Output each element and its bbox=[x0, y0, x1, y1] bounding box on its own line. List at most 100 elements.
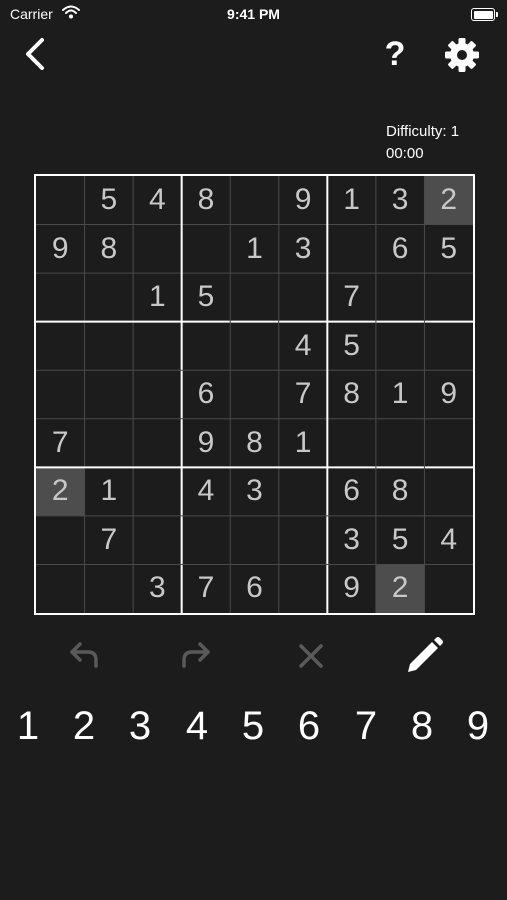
sudoku-cell-r9c4[interactable]: 7 bbox=[182, 564, 231, 613]
number-key-3[interactable]: 3 bbox=[120, 700, 160, 752]
sudoku-cell-r7c8[interactable]: 8 bbox=[376, 467, 425, 516]
sudoku-cell-r5c9[interactable]: 9 bbox=[424, 370, 473, 419]
number-key-5[interactable]: 5 bbox=[233, 700, 273, 752]
sudoku-cell-r6c3[interactable] bbox=[133, 419, 182, 468]
sudoku-cell-r9c8[interactable]: 2 bbox=[375, 564, 425, 613]
sudoku-cell-r3c4[interactable]: 5 bbox=[182, 273, 231, 322]
sudoku-cell-r3c6[interactable] bbox=[279, 273, 328, 322]
sudoku-cell-r1c6[interactable]: 9 bbox=[279, 176, 328, 225]
sudoku-cell-r3c5[interactable] bbox=[230, 273, 279, 322]
sudoku-cell-r2c7[interactable] bbox=[327, 225, 376, 274]
sudoku-cell-r4c2[interactable] bbox=[85, 322, 134, 371]
sudoku-cell-r4c7[interactable]: 5 bbox=[327, 322, 376, 371]
sudoku-cell-r7c9[interactable] bbox=[424, 467, 473, 516]
sudoku-cell-r2c9[interactable]: 5 bbox=[424, 225, 473, 274]
sudoku-cell-r3c7[interactable]: 7 bbox=[327, 273, 376, 322]
redo-button[interactable] bbox=[172, 632, 220, 680]
sudoku-cell-r1c1[interactable] bbox=[36, 176, 85, 225]
settings-button[interactable] bbox=[443, 36, 481, 74]
sudoku-cell-r9c2[interactable] bbox=[85, 564, 134, 613]
sudoku-cell-r7c2[interactable]: 1 bbox=[85, 467, 134, 516]
sudoku-cell-r6c6[interactable]: 1 bbox=[279, 419, 328, 468]
sudoku-cell-r5c3[interactable] bbox=[133, 370, 182, 419]
sudoku-cell-r9c5[interactable]: 6 bbox=[230, 564, 279, 613]
number-key-7[interactable]: 7 bbox=[346, 700, 386, 752]
sudoku-cell-r8c4[interactable] bbox=[182, 516, 231, 565]
sudoku-cell-r6c5[interactable]: 8 bbox=[230, 419, 279, 468]
sudoku-cell-r6c7[interactable] bbox=[327, 419, 376, 468]
sudoku-cell-r7c1[interactable]: 2 bbox=[36, 467, 85, 516]
sudoku-cell-r6c9[interactable] bbox=[424, 419, 473, 468]
sudoku-cell-r9c1[interactable] bbox=[36, 564, 85, 613]
sudoku-cell-r4c6[interactable]: 4 bbox=[279, 322, 328, 371]
sudoku-cell-r3c3[interactable]: 1 bbox=[133, 273, 182, 322]
help-button[interactable]: ? bbox=[380, 34, 410, 74]
sudoku-cell-r2c8[interactable]: 6 bbox=[376, 225, 425, 274]
sudoku-cell-r1c3[interactable]: 4 bbox=[133, 176, 182, 225]
sudoku-cell-r6c4[interactable]: 9 bbox=[182, 419, 231, 468]
sudoku-cell-r1c8[interactable]: 3 bbox=[376, 176, 425, 225]
undo-button[interactable] bbox=[60, 632, 108, 680]
sudoku-cell-r8c5[interactable] bbox=[230, 516, 279, 565]
back-button[interactable] bbox=[20, 36, 52, 72]
sudoku-cell-r7c3[interactable] bbox=[133, 467, 182, 516]
sudoku-cell-r5c7[interactable]: 8 bbox=[327, 370, 376, 419]
sudoku-cell-r2c3[interactable] bbox=[133, 225, 182, 274]
sudoku-cell-r5c5[interactable] bbox=[230, 370, 279, 419]
sudoku-cell-r2c2[interactable]: 8 bbox=[85, 225, 134, 274]
sudoku-cell-r5c8[interactable]: 1 bbox=[376, 370, 425, 419]
sudoku-cell-r7c4[interactable]: 4 bbox=[182, 467, 231, 516]
sudoku-cell-r8c8[interactable]: 5 bbox=[376, 516, 425, 565]
pencil-icon bbox=[408, 637, 443, 672]
sudoku-cell-r9c9[interactable] bbox=[424, 564, 473, 613]
sudoku-cell-r2c5[interactable]: 1 bbox=[230, 225, 279, 274]
sudoku-cell-r8c9[interactable]: 4 bbox=[424, 516, 473, 565]
number-key-1[interactable]: 1 bbox=[8, 700, 48, 752]
sudoku-cell-r8c7[interactable]: 3 bbox=[327, 516, 376, 565]
sudoku-cell-r3c8[interactable] bbox=[376, 273, 425, 322]
number-key-6[interactable]: 6 bbox=[289, 700, 329, 752]
sudoku-cell-r2c1[interactable]: 9 bbox=[36, 225, 85, 274]
sudoku-cell-r4c5[interactable] bbox=[230, 322, 279, 371]
sudoku-cell-r2c4[interactable] bbox=[182, 225, 231, 274]
sudoku-cell-r3c9[interactable] bbox=[424, 273, 473, 322]
sudoku-cell-r5c2[interactable] bbox=[85, 370, 134, 419]
sudoku-cell-r5c4[interactable]: 6 bbox=[182, 370, 231, 419]
sudoku-cell-r8c1[interactable] bbox=[36, 516, 85, 565]
erase-button[interactable] bbox=[287, 632, 335, 680]
sudoku-cell-r3c1[interactable] bbox=[36, 273, 85, 322]
sudoku-cell-r9c7[interactable]: 9 bbox=[327, 564, 376, 613]
sudoku-cell-r4c3[interactable] bbox=[133, 322, 182, 371]
sudoku-cell-r4c9[interactable] bbox=[424, 322, 473, 371]
sudoku-cell-r4c8[interactable] bbox=[376, 322, 425, 371]
difficulty-label: Difficulty: 1 bbox=[386, 123, 460, 140]
number-key-8[interactable]: 8 bbox=[402, 700, 442, 752]
sudoku-cell-r8c2[interactable]: 7 bbox=[85, 516, 134, 565]
sudoku-cell-r1c5[interactable] bbox=[230, 176, 279, 225]
sudoku-cell-r7c6[interactable] bbox=[279, 467, 328, 516]
sudoku-cell-r1c7[interactable]: 1 bbox=[327, 176, 376, 225]
sudoku-cell-r6c8[interactable] bbox=[376, 419, 425, 468]
sudoku-cell-r1c2[interactable]: 5 bbox=[85, 176, 134, 225]
sudoku-cell-r3c2[interactable] bbox=[85, 273, 134, 322]
sudoku-cell-r6c1[interactable]: 7 bbox=[36, 419, 85, 468]
sudoku-cell-r5c1[interactable] bbox=[36, 370, 85, 419]
sudoku-cell-r1c9[interactable]: 2 bbox=[424, 176, 473, 225]
sudoku-cell-r2c6[interactable]: 3 bbox=[279, 225, 328, 274]
sudoku-cell-r4c4[interactable] bbox=[182, 322, 231, 371]
sudoku-cell-r9c6[interactable] bbox=[279, 564, 328, 613]
sudoku-cell-r7c7[interactable]: 6 bbox=[327, 467, 376, 516]
number-key-9[interactable]: 9 bbox=[458, 700, 498, 752]
sudoku-cell-r8c6[interactable] bbox=[279, 516, 328, 565]
pencil-button[interactable] bbox=[400, 632, 448, 680]
toolbar bbox=[0, 632, 507, 680]
sudoku-cell-r7c5[interactable]: 3 bbox=[230, 467, 279, 516]
number-key-4[interactable]: 4 bbox=[177, 700, 217, 752]
sudoku-cell-r8c3[interactable] bbox=[133, 516, 182, 565]
sudoku-cell-r9c3[interactable]: 3 bbox=[133, 564, 182, 613]
sudoku-cell-r5c6[interactable]: 7 bbox=[279, 370, 328, 419]
sudoku-cell-r4c1[interactable] bbox=[36, 322, 85, 371]
sudoku-cell-r1c4[interactable]: 8 bbox=[182, 176, 231, 225]
number-key-2[interactable]: 2 bbox=[64, 700, 104, 752]
sudoku-cell-r6c2[interactable] bbox=[85, 419, 134, 468]
